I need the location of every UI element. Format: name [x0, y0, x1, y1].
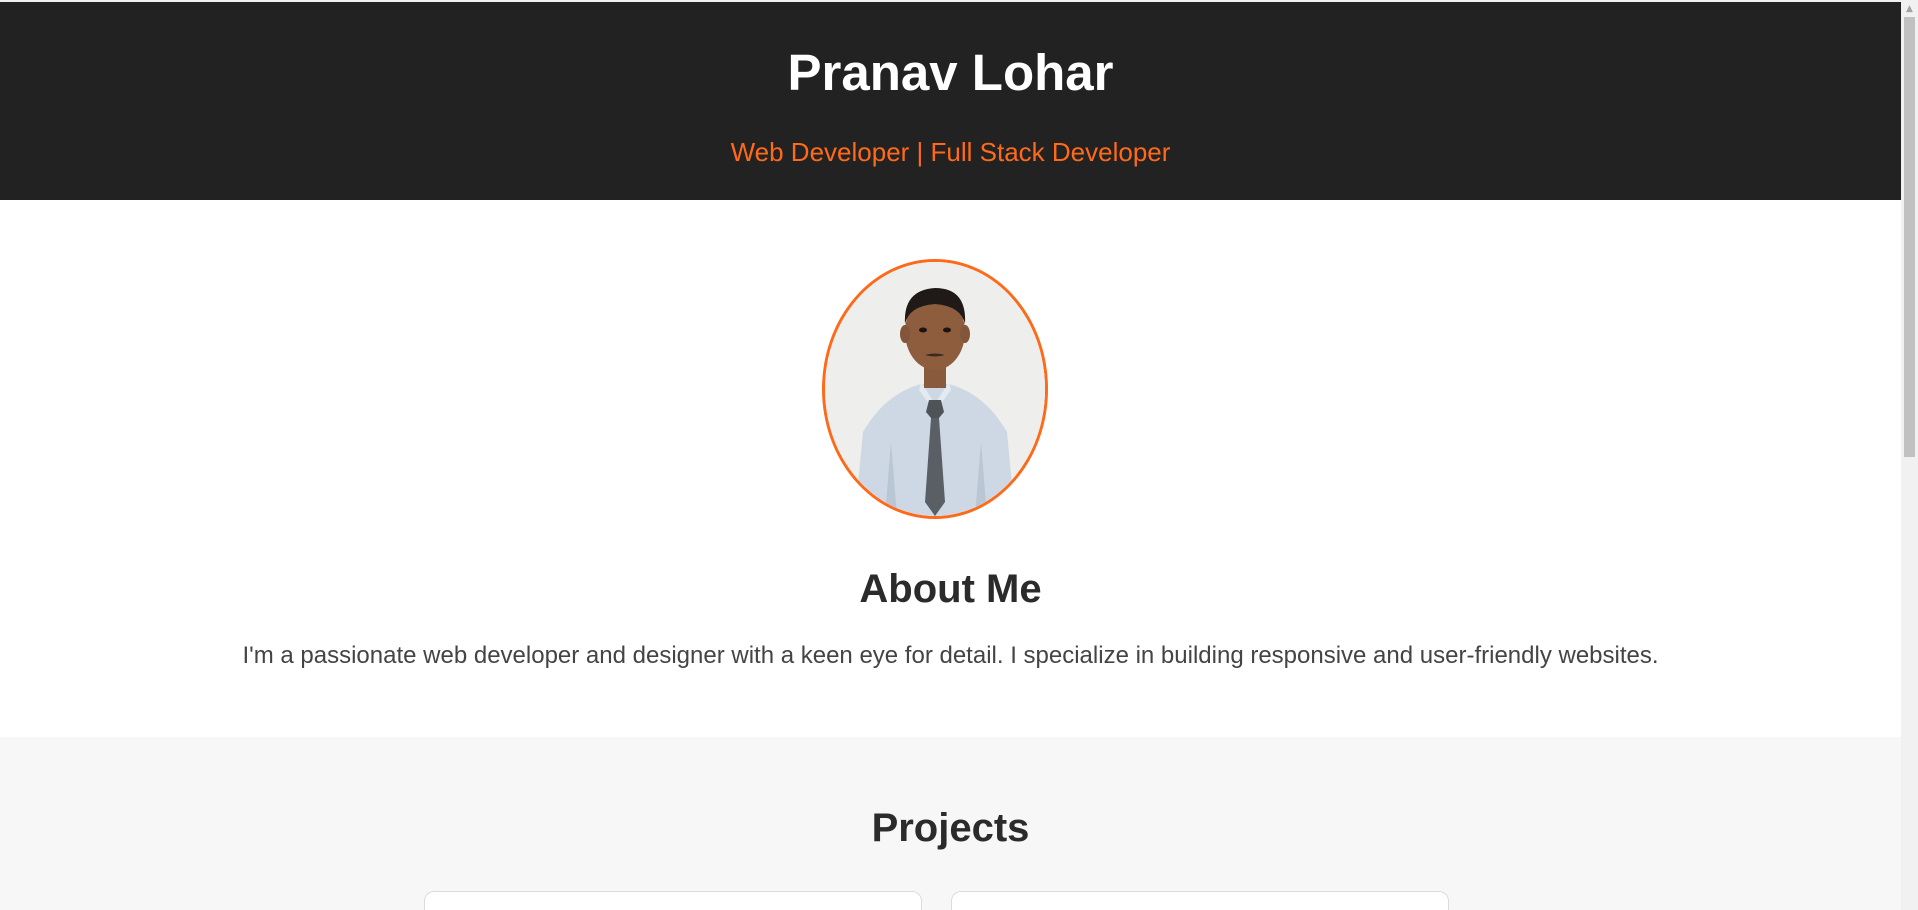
projects-section: Projects	[0, 737, 1901, 910]
project-card[interactable]	[951, 891, 1449, 910]
person-illustration	[825, 262, 1045, 516]
site-header: Pranav Lohar Web Developer | Full Stack …	[0, 2, 1901, 200]
scrollbar-thumb[interactable]	[1904, 17, 1915, 457]
scroll-up-arrow-icon[interactable]: ▲	[1901, 0, 1918, 17]
site-title: Pranav Lohar	[787, 44, 1114, 101]
profile-photo	[822, 259, 1048, 519]
vertical-scrollbar[interactable]: ▲	[1901, 0, 1918, 910]
about-heading: About Me	[859, 567, 1042, 611]
page: Pranav Lohar Web Developer | Full Stack …	[0, 0, 1901, 910]
site-tagline: Web Developer | Full Stack Developer	[730, 137, 1171, 167]
about-description: I'm a passionate web developer and desig…	[242, 642, 1659, 669]
about-section: About Me I'm a passionate web developer …	[0, 200, 1901, 737]
projects-heading: Projects	[871, 806, 1030, 850]
project-card[interactable]	[424, 891, 922, 910]
